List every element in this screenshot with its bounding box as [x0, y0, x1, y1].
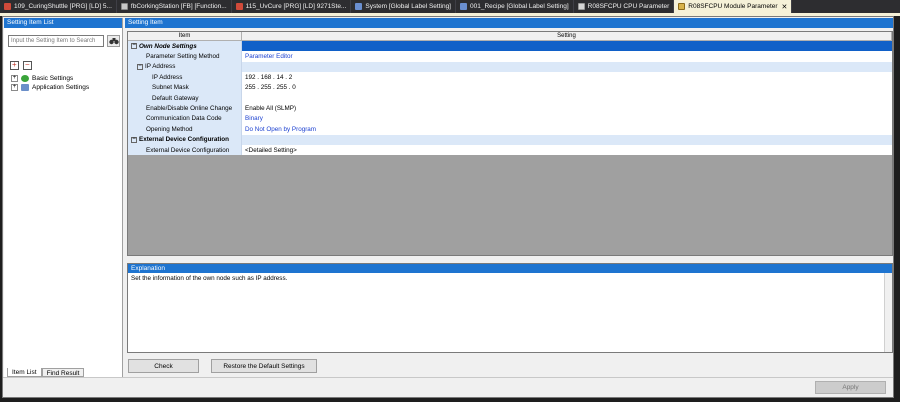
- settings-icon: [21, 75, 29, 82]
- row-item: IP Address: [152, 73, 183, 81]
- tree-item-label: Basic Settings: [32, 75, 74, 82]
- label-icon: [355, 3, 363, 10]
- table-row[interactable]: − External Device Configuration: [128, 134, 892, 145]
- expand-all-icon[interactable]: [10, 60, 19, 70]
- explanation-title: Explanation: [128, 264, 892, 273]
- tree-item-label: Application Settings: [32, 84, 90, 91]
- table-row[interactable]: Parameter Setting Method Parameter Edito…: [128, 51, 892, 62]
- module-icon: [678, 3, 686, 10]
- table-row[interactable]: − Own Node Settings: [128, 41, 892, 52]
- tab-module-parameter[interactable]: R08SFCPU Module Parameter ✕: [674, 0, 793, 13]
- collapse-icon[interactable]: −: [131, 42, 137, 50]
- apply-button[interactable]: Apply: [815, 381, 886, 394]
- row-setting[interactable]: Enable All (SLMP): [242, 103, 892, 113]
- check-button[interactable]: Check: [128, 359, 199, 373]
- table-row[interactable]: Enable/Disable Online Change Enable All …: [128, 103, 892, 114]
- tab-label: 001_Recipe [Global Label Setting]: [470, 3, 569, 10]
- tab-find-result[interactable]: Find Result: [41, 368, 85, 377]
- row-item: Own Node Settings: [139, 42, 197, 50]
- binoculars-search-button[interactable]: [107, 35, 120, 47]
- collapse-icon[interactable]: −: [137, 63, 143, 70]
- search-row: Input the Setting Item to Search: [8, 35, 120, 47]
- binoculars-icon: [108, 38, 119, 45]
- expand-icon[interactable]: +: [11, 84, 18, 91]
- restore-defaults-button[interactable]: Restore the Default Settings: [211, 359, 317, 373]
- row-setting[interactable]: 192 . 168 . 14 . 2: [242, 72, 892, 82]
- tab-system-labels[interactable]: System [Global Label Setting]: [351, 0, 456, 13]
- search-input[interactable]: Input the Setting Item to Search: [8, 35, 104, 47]
- row-setting[interactable]: Do Not Open by Program: [242, 124, 892, 134]
- row-item: IP Address: [145, 63, 176, 71]
- setting-item-list-title: Setting Item List: [4, 18, 122, 28]
- left-pane-tabs: Item List Find Result: [7, 368, 85, 377]
- close-icon[interactable]: ✕: [782, 3, 788, 11]
- tree-toolbar: [10, 60, 32, 70]
- tab-item-list[interactable]: Item List: [7, 368, 42, 377]
- tab-curing-shuttle[interactable]: 109_CuringShuttle [PRG] [LD] 5...: [0, 0, 117, 13]
- tab-uv-cure[interactable]: 115_UvCure [PRG] [LD] 9271Ste...: [232, 0, 352, 13]
- label-icon: [460, 3, 467, 10]
- expand-icon[interactable]: +: [11, 75, 18, 82]
- row-item: Opening Method: [146, 125, 193, 133]
- table-row[interactable]: Subnet Mask 255 . 255 . 255 . 0: [128, 82, 892, 93]
- document-tab-strip: 109_CuringShuttle [PRG] [LD] 5... fbCork…: [0, 0, 900, 13]
- tab-label: 115_UvCure [PRG] [LD] 9271Ste...: [245, 3, 347, 10]
- column-header-item: Item: [128, 32, 242, 40]
- grid-header: Item Setting: [128, 32, 892, 41]
- row-setting: [242, 41, 892, 52]
- row-item: Communication Data Code: [146, 115, 222, 123]
- setting-tree: + Basic Settings + Application Settings: [11, 74, 89, 92]
- table-row[interactable]: External Device Configuration <Detailed …: [128, 144, 892, 156]
- explanation-panel: Explanation Set the information of the o…: [127, 263, 893, 353]
- tree-item-basic-settings[interactable]: + Basic Settings: [11, 74, 89, 83]
- collapse-icon[interactable]: −: [131, 136, 137, 143]
- cpu-icon: [577, 3, 585, 10]
- row-setting[interactable]: Parameter Editor: [242, 51, 892, 61]
- table-row[interactable]: Communication Data Code Binary: [128, 113, 892, 125]
- bottom-bar: Apply: [3, 377, 893, 397]
- tab-label: System [Global Label Setting]: [365, 3, 451, 10]
- row-setting[interactable]: Binary: [242, 114, 892, 124]
- program-icon: [4, 3, 11, 10]
- function-block-icon: [120, 3, 128, 10]
- tab-label: fbCorkingStation [FB] [Function...: [130, 3, 227, 10]
- setting-item-pane: Setting Item Item Setting − Own Node Sett…: [125, 18, 893, 377]
- row-item: External Device Configuration: [139, 136, 229, 144]
- row-setting: [242, 61, 892, 73]
- program-icon: [235, 3, 243, 10]
- row-setting: [242, 134, 892, 145]
- setting-item-list-pane: Setting Item List Input the Setting Item…: [4, 18, 123, 377]
- row-item: Subnet Mask: [152, 84, 189, 92]
- row-setting[interactable]: 255 . 255 . 255 . 0: [242, 83, 892, 93]
- row-setting[interactable]: [242, 93, 892, 103]
- column-header-setting: Setting: [242, 32, 892, 40]
- tab-corking-station[interactable]: fbCorkingStation [FB] [Function...: [117, 0, 232, 13]
- settings-grid: Item Setting − Own Node Settings Paramete…: [127, 31, 893, 256]
- table-row[interactable]: Opening Method Do Not Open by Program: [128, 124, 892, 135]
- tab-recipe-labels[interactable]: 001_Recipe [Global Label Setting]: [456, 0, 574, 13]
- tree-item-application-settings[interactable]: + Application Settings: [11, 83, 89, 92]
- folder-icon: [21, 84, 29, 91]
- explanation-text: Set the information of the own node such…: [131, 275, 288, 282]
- setting-item-title: Setting Item: [125, 18, 893, 28]
- explanation-scrollbar[interactable]: [884, 273, 892, 352]
- row-item: Enable/Disable Online Change: [146, 105, 233, 113]
- row-setting[interactable]: <Detailed Setting>: [242, 145, 892, 155]
- collapse-all-icon[interactable]: [23, 60, 32, 70]
- row-item: Default Gateway: [152, 94, 199, 102]
- row-item: External Device Configuration: [146, 146, 230, 154]
- module-parameter-window: Setting Item List Input the Setting Item…: [2, 16, 894, 398]
- table-row[interactable]: Default Gateway: [128, 92, 892, 104]
- tab-cpu-parameter[interactable]: R08SFCPU CPU Parameter: [574, 0, 675, 13]
- table-row[interactable]: − IP Address: [128, 61, 892, 73]
- table-row[interactable]: IP Address 192 . 168 . 14 . 2: [128, 72, 892, 83]
- tab-label: 109_CuringShuttle [PRG] [LD] 5...: [14, 3, 112, 10]
- row-item: Parameter Setting Method: [146, 53, 220, 61]
- tab-label: R08SFCPU CPU Parameter: [587, 3, 670, 10]
- tab-label: R08SFCPU Module Parameter: [688, 3, 778, 10]
